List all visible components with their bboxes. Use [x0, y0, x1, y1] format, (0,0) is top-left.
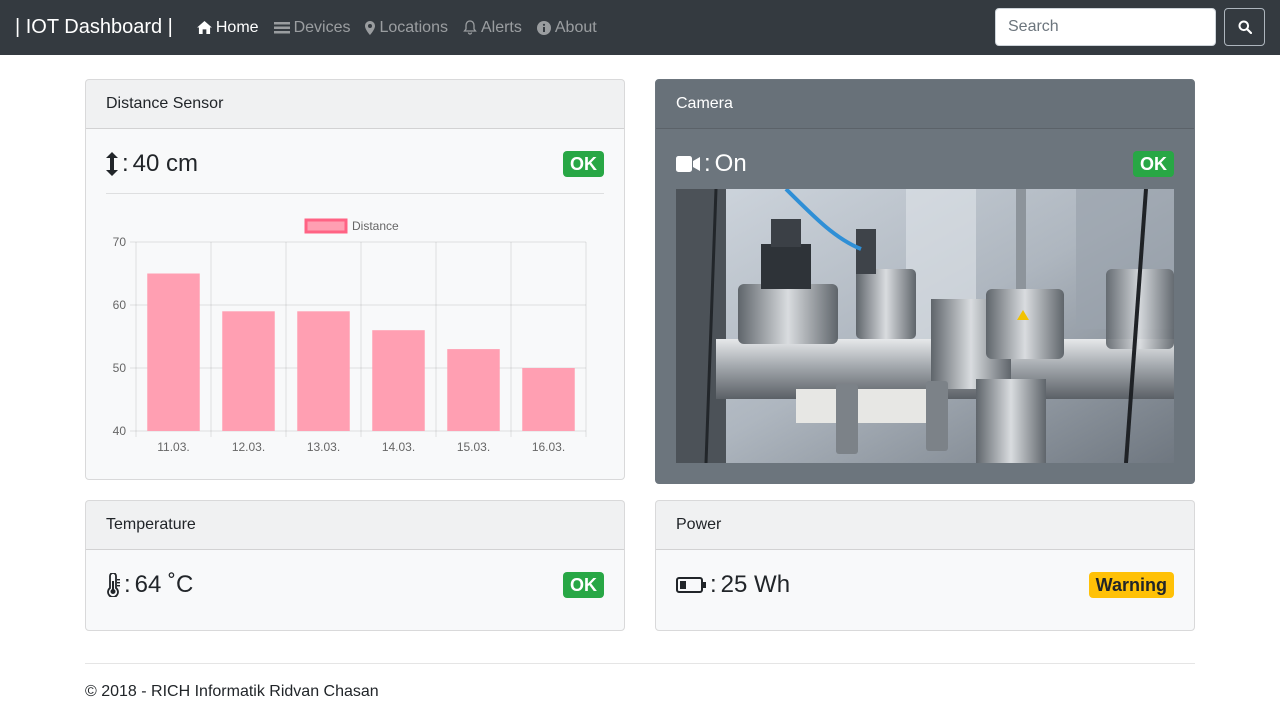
temperature-card-title: Temperature — [86, 501, 624, 550]
power-value: 25 Wh — [720, 571, 791, 598]
nav-item-locations[interactable]: Locations — [365, 19, 448, 37]
video-camera-icon — [676, 156, 700, 172]
vertical-arrows-icon — [106, 152, 118, 176]
x-tick-label: 15.03. — [457, 440, 490, 454]
home-icon — [196, 21, 212, 34]
distance-value: 40 cm — [132, 150, 199, 177]
brand-title[interactable]: | IOT Dashboard | — [15, 16, 173, 39]
nav-item-devices[interactable]: Devices — [273, 18, 351, 37]
camera-status-badge: OK — [1133, 151, 1174, 177]
x-tick-label: 16.03. — [532, 440, 565, 454]
nav-menu: Home Devices Locations Alerts About — [196, 18, 612, 37]
bar-15-03 — [447, 349, 500, 431]
power-reading: : 25 Wh — [676, 571, 790, 599]
nav-item-about[interactable]: About — [536, 18, 597, 37]
temperature-status-badge: OK — [563, 572, 604, 598]
camera-card-title: Camera — [656, 80, 1194, 129]
camera-value: On — [714, 150, 747, 177]
temperature-reading-row: : 64 ˚C OK — [106, 571, 604, 599]
y-tick-label: 60 — [113, 298, 127, 312]
footer-divider — [85, 663, 1195, 664]
nav-label-devices: Devices — [293, 18, 351, 36]
camera-reading: : On — [676, 150, 747, 178]
camera-card: Camera : On OK — [655, 79, 1195, 484]
search-button[interactable] — [1224, 8, 1265, 46]
bell-icon — [463, 20, 477, 35]
temperature-reading: : 64 ˚C — [106, 571, 193, 599]
navbar: | IOT Dashboard | Home Devices Locations… — [0, 0, 1280, 55]
distance-sensor-card: Distance Sensor : 40 cm OK 40 50 60 70 11.03… — [85, 79, 625, 480]
bar-12-03 — [222, 311, 275, 431]
bar-11-03 — [147, 273, 200, 431]
bar-14-03 — [372, 330, 425, 431]
reading-separator: : — [122, 150, 129, 177]
battery-low-icon — [676, 577, 706, 593]
map-marker-icon — [365, 20, 376, 35]
temperature-card: Temperature : 64 ˚C OK — [85, 500, 625, 631]
reading-separator: : — [124, 571, 131, 598]
nav-label-home: Home — [215, 18, 259, 36]
list-icon — [273, 21, 290, 33]
y-tick-label: 40 — [113, 424, 127, 438]
thermometer-icon — [107, 573, 120, 597]
bar-13-03 — [297, 311, 350, 431]
nav-item-alerts[interactable]: Alerts — [463, 19, 522, 37]
camera-reading-row: : On OK — [676, 150, 1174, 178]
distance-reading: : 40 cm — [106, 150, 198, 178]
reading-separator: : — [710, 571, 717, 598]
reading-separator: : — [704, 150, 711, 177]
distance-divider — [106, 193, 604, 194]
nav-label-alerts: Alerts — [480, 18, 522, 36]
search-icon — [1238, 20, 1252, 34]
footer-copyright: © 2018 - RICH Informatik Ridvan Chasan — [85, 683, 379, 700]
nav-item-home[interactable]: Home — [196, 18, 259, 37]
distance-reading-row: : 40 cm OK — [106, 150, 604, 178]
nav-label-about: About — [554, 18, 597, 36]
distance-status-badge: OK — [563, 151, 604, 177]
y-tick-label: 50 — [113, 361, 127, 375]
nav-label-locations: Locations — [379, 18, 448, 36]
distance-card-title: Distance Sensor — [86, 80, 624, 129]
power-status-badge: Warning — [1088, 572, 1174, 598]
info-circle-icon — [536, 20, 551, 35]
search-input[interactable] — [995, 8, 1216, 46]
x-tick-label: 14.03. — [382, 440, 415, 454]
distance-bar-chart: 40 50 60 70 11.03. 12.03. 13.03. 14.03. 15.03. 16… — [113, 218, 587, 454]
power-card-title: Power — [656, 501, 1194, 550]
x-tick-label: 11.03. — [157, 440, 189, 454]
x-tick-label: 12.03. — [232, 440, 265, 454]
camera-feed-image — [676, 189, 1174, 463]
power-reading-row: : 25 Wh Warning — [676, 571, 1174, 599]
legend-swatch — [304, 218, 348, 234]
bar-16-03 — [522, 368, 575, 431]
y-tick-label: 70 — [113, 235, 127, 249]
power-card: Power : 25 Wh Warning — [655, 500, 1195, 631]
temperature-value: 64 ˚C — [134, 571, 194, 598]
legend-label: Distance — [352, 219, 399, 233]
x-tick-label: 13.03. — [307, 440, 340, 454]
